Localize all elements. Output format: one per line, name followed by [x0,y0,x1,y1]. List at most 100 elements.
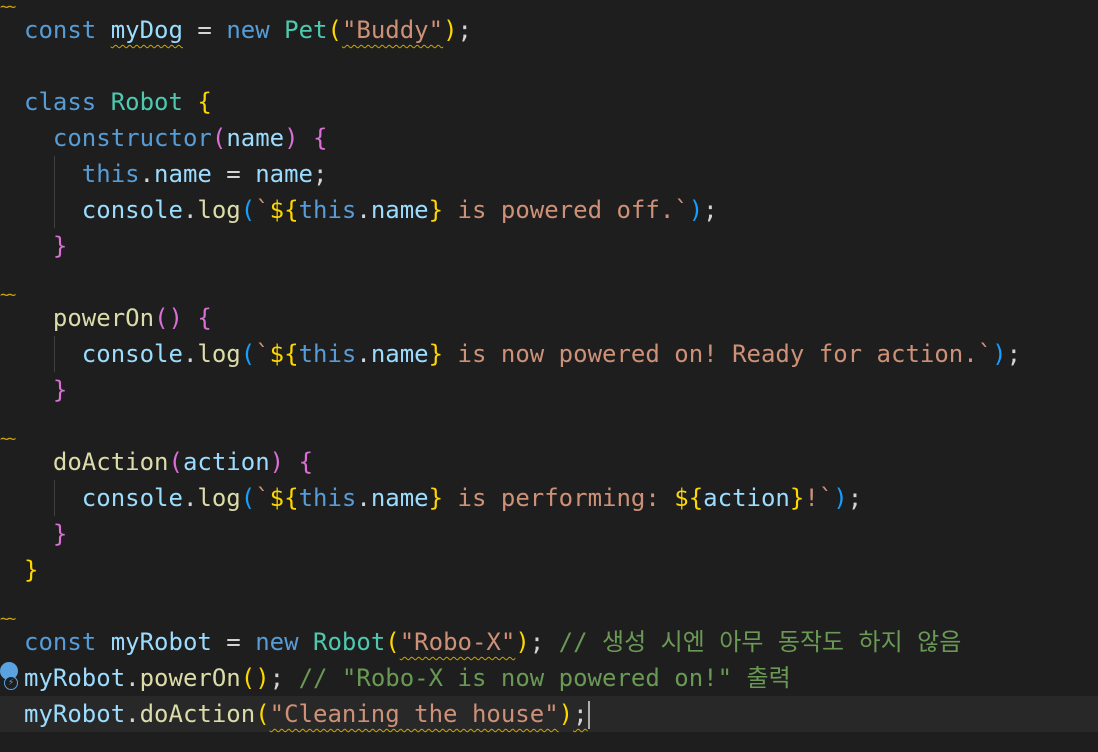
code-line-18[interactable]: const myRobot = new Robot("Robo-X"); // … [24,624,961,660]
function-name: log [197,340,241,368]
string-literal: "Buddy" [341,16,444,44]
squiggle-warning-icon[interactable]: ~~ [0,287,24,303]
function-name: log [197,196,241,224]
template-tick: ` [818,484,834,512]
code-line-5[interactable]: this.name = name; [24,156,328,192]
template-open: ${ [269,340,299,368]
code-editor[interactable]: ~~ ~~ ~~ ~~ const myDog = new Pet("Buddy… [0,0,1098,752]
property: name [370,484,429,512]
keyword: const [24,628,97,656]
bracket: { [313,124,328,152]
template-tick: ` [255,196,270,224]
bolt-icon[interactable]: ⚡ [4,676,18,690]
bracket: ) [269,448,285,476]
object-name: console [81,484,183,512]
code-line-3[interactable]: class Robot { [24,84,212,120]
semicolon: ; [847,484,863,512]
bracket: { [197,88,212,116]
keyword: class [24,88,97,116]
code-line-16[interactable]: } [24,552,38,588]
method-name: constructor [52,124,212,152]
code-line-4[interactable]: constructor(name) { [24,120,328,156]
bracket: () [154,304,183,332]
keyword: this [298,484,357,512]
code-line-20[interactable]: myRobot.doAction("Cleaning the house"); [24,696,590,732]
semicolon: ; [313,160,328,188]
function-name: doAction [139,700,256,728]
keyword: this [81,160,140,188]
property: name [154,160,212,188]
template-close: } [428,484,444,512]
semicolon: ; [457,16,472,44]
semicolon: ; [703,196,718,224]
comment: // "Robo-X is now powered on!" 출력 [284,664,791,692]
function-name: log [197,484,241,512]
semicolon: ; [529,628,545,656]
function-name: powerOn [139,664,241,692]
parameter: name [226,124,285,152]
template-tick: ` [977,340,993,368]
variable-name: myDog [110,16,183,44]
dot: . [125,664,140,692]
keyword: this [298,340,357,368]
template-close: } [428,196,444,224]
code-line-19[interactable]: myRobot.powerOn(); // "Robo-X is now pow… [24,660,791,696]
bracket: ) [992,340,1007,368]
code-line-6[interactable]: console.log(`${this.name} is powered off… [24,192,718,228]
dot: . [182,340,198,368]
dot: . [356,484,371,512]
template-tick: ` [674,196,689,224]
code-line-13[interactable]: doAction(action) { [24,444,313,480]
string-literal: is performing: [443,484,675,512]
dot: . [125,700,140,728]
string-literal: "Robo-X" [399,628,516,656]
object-name: myRobot [24,700,126,728]
bracket: ) [833,484,848,512]
bracket: ) [688,196,704,224]
template-open: ${ [269,484,299,512]
dot: . [356,196,371,224]
object-name: console [81,340,183,368]
class-name: Pet [284,16,328,44]
keyword: this [298,196,357,224]
parameter: action [182,448,270,476]
template-open: ${ [674,484,704,512]
bracket: ( [240,484,256,512]
semicolon: ; [1006,340,1022,368]
object-name: console [81,196,183,224]
code-line-15[interactable]: } [24,516,67,552]
code-line-1[interactable]: const myDog = new Pet("Buddy"); [24,12,472,48]
dot: . [182,196,198,224]
template-close: } [428,340,444,368]
class-name: Robot [313,628,386,656]
bracket: ( [255,700,270,728]
bracket: { [197,304,212,332]
bracket: } [52,520,68,548]
string-literal: "Cleaning the house" [269,700,559,728]
dot: . [356,340,371,368]
squiggle-warning-icon[interactable]: ~~ [0,0,24,15]
squiggle-warning-icon[interactable]: ~~ [0,431,24,447]
bracket: () [240,664,270,692]
bracket: ) [443,16,458,44]
bracket: ( [168,448,183,476]
class-name: Robot [110,88,183,116]
method-name: powerOn [52,304,155,332]
object-name: myRobot [24,664,126,692]
code-line-7[interactable]: } [24,228,67,264]
template-tick: ` [255,340,270,368]
code-line-14[interactable]: console.log(`${this.name} is performing:… [24,480,862,516]
operator: = [211,160,256,188]
code-line-9[interactable]: powerOn() { [24,300,212,336]
code-line-10[interactable]: console.log(`${this.name} is now powered… [24,336,1021,372]
bracket: ( [211,124,227,152]
squiggle-warning-icon[interactable]: ~~ [0,611,24,627]
parameter: action [703,484,790,512]
bracket: ( [327,16,342,44]
semicolon: ; [269,664,285,692]
bracket: ) [515,628,530,656]
bracket: { [298,448,314,476]
string-literal: is now powered on! Ready for action. [443,340,978,368]
property: name [370,340,429,368]
code-line-11[interactable]: } [24,372,67,408]
